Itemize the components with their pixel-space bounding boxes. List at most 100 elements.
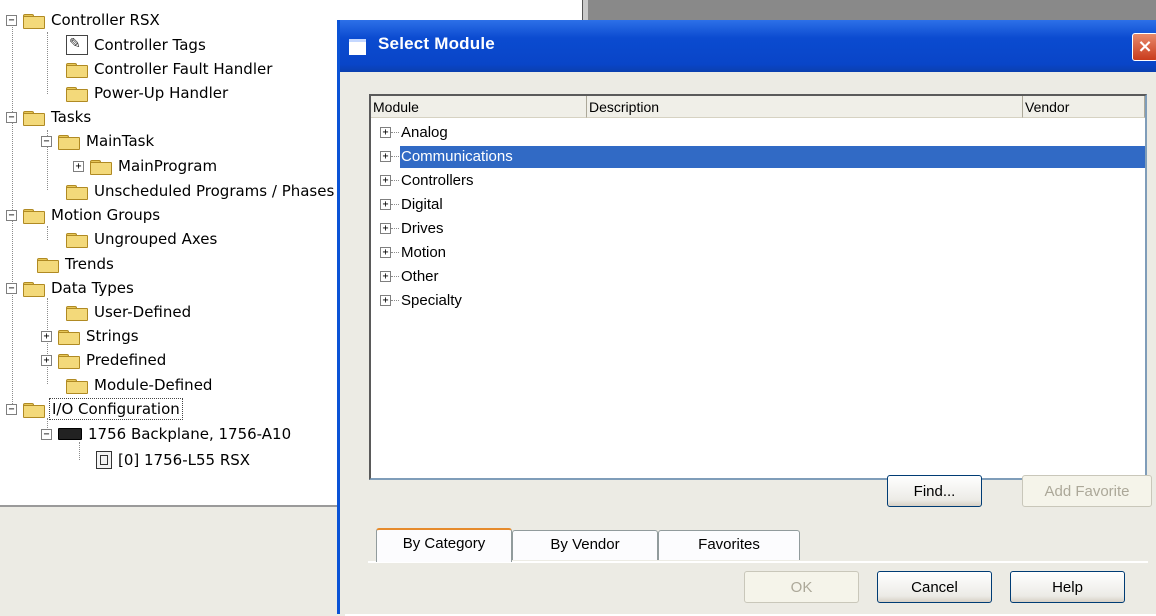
folder-icon	[23, 401, 45, 418]
tree-node-module-defined[interactable]: Module-Defined	[66, 374, 214, 396]
category-row[interactable]: + Motion	[371, 241, 1145, 265]
select-module-dialog: Select Module × Module Description Vendo…	[337, 20, 1156, 614]
tree-connector	[391, 276, 399, 277]
tree-node-unscheduled[interactable]: Unscheduled Programs / Phases	[66, 180, 336, 202]
task-folder-icon	[58, 133, 80, 150]
datatype-folder-icon	[58, 328, 80, 345]
expand-icon[interactable]: +	[380, 199, 391, 210]
collapse-icon[interactable]: −	[6, 14, 17, 26]
expand-icon[interactable]: +	[380, 247, 391, 258]
cancel-button[interactable]: Cancel	[877, 571, 992, 603]
folder-icon	[23, 109, 45, 126]
category-label: Motion	[401, 244, 447, 261]
expand-icon[interactable]: +	[380, 295, 391, 306]
folder-icon	[66, 61, 88, 78]
tree-node-controller[interactable]: − Controller RSX	[6, 9, 162, 31]
help-button[interactable]: Help	[1010, 571, 1125, 603]
close-button[interactable]: ×	[1132, 33, 1156, 61]
folder-icon	[23, 280, 45, 297]
tree-node-label: I/O Configuration	[49, 398, 183, 420]
find-button[interactable]: Find...	[887, 475, 982, 507]
category-row[interactable]: + Drives	[371, 217, 1145, 241]
tags-icon	[66, 35, 88, 55]
category-row[interactable]: + Digital	[371, 193, 1145, 217]
tree-node-predefined[interactable]: + Predefined	[41, 349, 168, 371]
tree-node-maintask[interactable]: − MainTask	[41, 130, 156, 152]
column-header-description[interactable]: Description	[587, 96, 1023, 118]
tree-node-mainprogram[interactable]: + MainProgram	[73, 155, 219, 177]
tree-node-label: Ungrouped Axes	[94, 230, 218, 248]
tree-node-tasks[interactable]: − Tasks	[6, 106, 93, 128]
tree-node-label: MainProgram	[118, 157, 218, 175]
collapse-icon[interactable]: −	[6, 282, 17, 294]
expand-icon[interactable]: +	[380, 223, 391, 234]
category-label: Communications	[401, 148, 513, 165]
category-label: Analog	[401, 124, 448, 141]
category-row[interactable]: + Controllers	[371, 169, 1145, 193]
tree-connector	[391, 132, 399, 133]
expand-icon[interactable]: +	[380, 271, 391, 282]
tab-by-vendor[interactable]: By Vendor	[512, 530, 658, 560]
expand-icon[interactable]: +	[380, 151, 391, 162]
tree-node-controller-tags[interactable]: Controller Tags	[66, 34, 208, 56]
window-icon	[349, 39, 366, 55]
program-folder-icon	[90, 158, 112, 175]
category-label: Other	[401, 268, 439, 285]
tab-by-category[interactable]: By Category	[376, 528, 512, 562]
controller-module-icon	[96, 451, 112, 469]
expand-icon[interactable]: +	[41, 354, 52, 366]
tree-connector	[391, 252, 399, 253]
folder-icon	[23, 207, 45, 224]
datatype-folder-icon	[58, 352, 80, 369]
tree-node-label: MainTask	[86, 132, 155, 150]
tree-node-label: Tasks	[51, 108, 92, 126]
ok-button[interactable]: OK	[744, 571, 859, 603]
column-header-module[interactable]: Module	[371, 96, 587, 118]
tree-node-label: Controller RSX	[51, 11, 160, 29]
tree-node-strings[interactable]: + Strings	[41, 325, 141, 347]
tree-node-trends[interactable]: Trends	[37, 253, 116, 275]
category-row[interactable]: + Other	[371, 265, 1145, 289]
collapse-icon[interactable]: −	[41, 428, 52, 440]
expand-icon[interactable]: +	[380, 127, 391, 138]
tree-node-label: Strings	[86, 327, 139, 345]
collapse-icon[interactable]: −	[41, 135, 52, 147]
tree-connector	[47, 32, 48, 94]
tree-node-label: Controller Tags	[94, 36, 206, 54]
add-favorite-button[interactable]: Add Favorite	[1022, 475, 1152, 507]
tree-node-label: Data Types	[51, 279, 134, 297]
tree-node-label: Module-Defined	[94, 376, 213, 394]
category-label: Drives	[401, 220, 444, 237]
tree-node-ungrouped-axes[interactable]: Ungrouped Axes	[66, 228, 219, 250]
tree-connector	[391, 204, 399, 205]
category-row[interactable]: + Specialty	[371, 289, 1145, 313]
lower-panel	[0, 505, 345, 616]
category-row[interactable]: + Communications	[371, 145, 1145, 169]
tree-node-user-defined[interactable]: User-Defined	[66, 301, 193, 323]
tree-node-powerup-handler[interactable]: Power-Up Handler	[66, 82, 230, 104]
category-label: Specialty	[401, 292, 462, 309]
tree-connector	[47, 226, 48, 240]
tab-favorites[interactable]: Favorites	[658, 530, 800, 560]
tree-node-io-config[interactable]: − I/O Configuration	[6, 398, 183, 420]
column-header-vendor[interactable]: Vendor	[1023, 96, 1145, 118]
tree-node-label: User-Defined	[94, 303, 192, 321]
module-list[interactable]: Module Description Vendor + Analog + Com…	[369, 94, 1147, 480]
expand-icon[interactable]: +	[380, 175, 391, 186]
expand-icon[interactable]: +	[41, 330, 52, 342]
collapse-icon[interactable]: −	[6, 111, 17, 123]
collapse-icon[interactable]: −	[6, 403, 17, 415]
tree-connector	[391, 228, 399, 229]
expand-icon[interactable]: +	[73, 160, 84, 172]
tree-node-data-types[interactable]: − Data Types	[6, 277, 136, 299]
tree-node-motion-groups[interactable]: − Motion Groups	[6, 204, 162, 226]
tree-node-label: Motion Groups	[51, 206, 161, 224]
tree-connector	[391, 180, 399, 181]
category-row[interactable]: + Analog	[371, 121, 1145, 145]
tree-node-slot0[interactable]: [0] 1756-L55 RSX	[96, 449, 252, 471]
collapse-icon[interactable]: −	[6, 209, 17, 221]
dialog-titlebar[interactable]: Select Module ×	[340, 20, 1156, 72]
tree-node-backplane[interactable]: − 1756 Backplane, 1756-A10	[41, 423, 293, 445]
tree-node-label: Trends	[65, 255, 114, 273]
tree-node-fault-handler[interactable]: Controller Fault Handler	[66, 58, 274, 80]
